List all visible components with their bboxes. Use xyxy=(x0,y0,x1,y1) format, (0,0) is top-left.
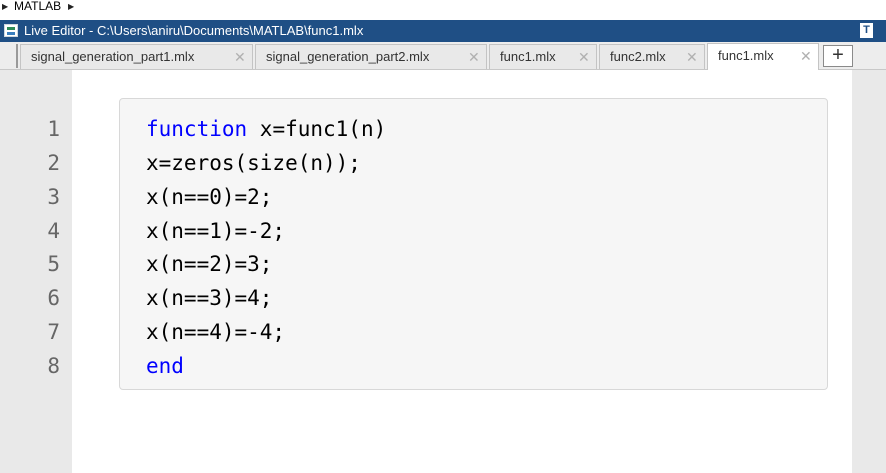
code-line[interactable]: x(n==4)=-4; xyxy=(146,320,285,344)
close-icon[interactable]: ✕ xyxy=(468,45,480,69)
breadcrumb: ▶ MATLAB ▶ xyxy=(0,0,886,14)
line-number: 4 xyxy=(47,219,60,243)
code-line[interactable]: x(n==0)=2; xyxy=(146,185,272,209)
line-number: 2 xyxy=(47,151,60,175)
tab-label: func1.mlx xyxy=(500,49,556,64)
line-number: 7 xyxy=(47,320,60,344)
code-line[interactable]: x(n==1)=-2; xyxy=(146,219,285,243)
tab-label: func2.mlx xyxy=(610,49,666,64)
code-text: x(n==2)=3; xyxy=(146,252,273,276)
keyword: function xyxy=(146,117,248,141)
code-line[interactable]: x(n==2)=3; xyxy=(146,252,272,276)
code-block[interactable] xyxy=(119,98,828,390)
line-number: 3 xyxy=(47,185,60,209)
code-line[interactable]: end xyxy=(146,354,184,378)
line-number: 8 xyxy=(47,354,60,378)
tab-signal-generation-part1[interactable]: signal_generation_part1.mlx ✕ xyxy=(20,44,253,69)
close-icon[interactable]: ✕ xyxy=(686,45,698,69)
code-text: x(n==3)=4; xyxy=(146,286,273,310)
window-titlebar: Live Editor - C:\Users\aniru\Documents\M… xyxy=(0,20,886,42)
chevron-right-icon[interactable]: ▶ xyxy=(68,1,74,13)
add-tab-button[interactable]: + xyxy=(823,45,853,67)
code-line[interactable]: x=zeros(size(n)); xyxy=(146,151,361,175)
chevron-right-icon[interactable]: ▶ xyxy=(2,1,8,13)
tab-label: func1.mlx xyxy=(718,48,774,63)
code-text: x(n==0)=2; xyxy=(146,185,273,209)
line-number: 5 xyxy=(47,252,60,276)
keyword: end xyxy=(146,354,184,378)
close-icon[interactable]: ✕ xyxy=(578,45,590,69)
line-number: 1 xyxy=(47,117,60,141)
tab-func1[interactable]: func1.mlx ✕ xyxy=(489,44,597,69)
window-button[interactable]: T xyxy=(860,23,873,38)
tab-label: signal_generation_part1.mlx xyxy=(31,49,195,64)
code-text: x=func1(n) xyxy=(247,117,387,141)
tab-signal-generation-part2[interactable]: signal_generation_part2.mlx ✕ xyxy=(255,44,487,69)
code-line[interactable]: x(n==3)=4; xyxy=(146,286,272,310)
line-number: 6 xyxy=(47,286,60,310)
tab-label: signal_generation_part2.mlx xyxy=(266,49,430,64)
code-text: x(n==1)=-2; xyxy=(146,219,286,243)
code-line[interactable]: function x=func1(n) xyxy=(146,117,386,141)
tab-bar-edge xyxy=(16,44,18,68)
tab-func1-active[interactable]: func1.mlx ✕ xyxy=(707,43,819,70)
code-text: x(n==4)=-4; xyxy=(146,320,286,344)
tab-bar: signal_generation_part1.mlx ✕ signal_gen… xyxy=(0,42,886,70)
close-icon[interactable]: ✕ xyxy=(800,44,812,68)
close-icon[interactable]: ✕ xyxy=(234,45,246,69)
breadcrumb-matlab[interactable]: MATLAB xyxy=(14,0,61,12)
live-editor-icon xyxy=(4,24,18,37)
tab-func2[interactable]: func2.mlx ✕ xyxy=(599,44,705,69)
code-text: x=zeros(size(n)); xyxy=(146,151,361,175)
window-title: Live Editor - C:\Users\aniru\Documents\M… xyxy=(24,23,364,38)
